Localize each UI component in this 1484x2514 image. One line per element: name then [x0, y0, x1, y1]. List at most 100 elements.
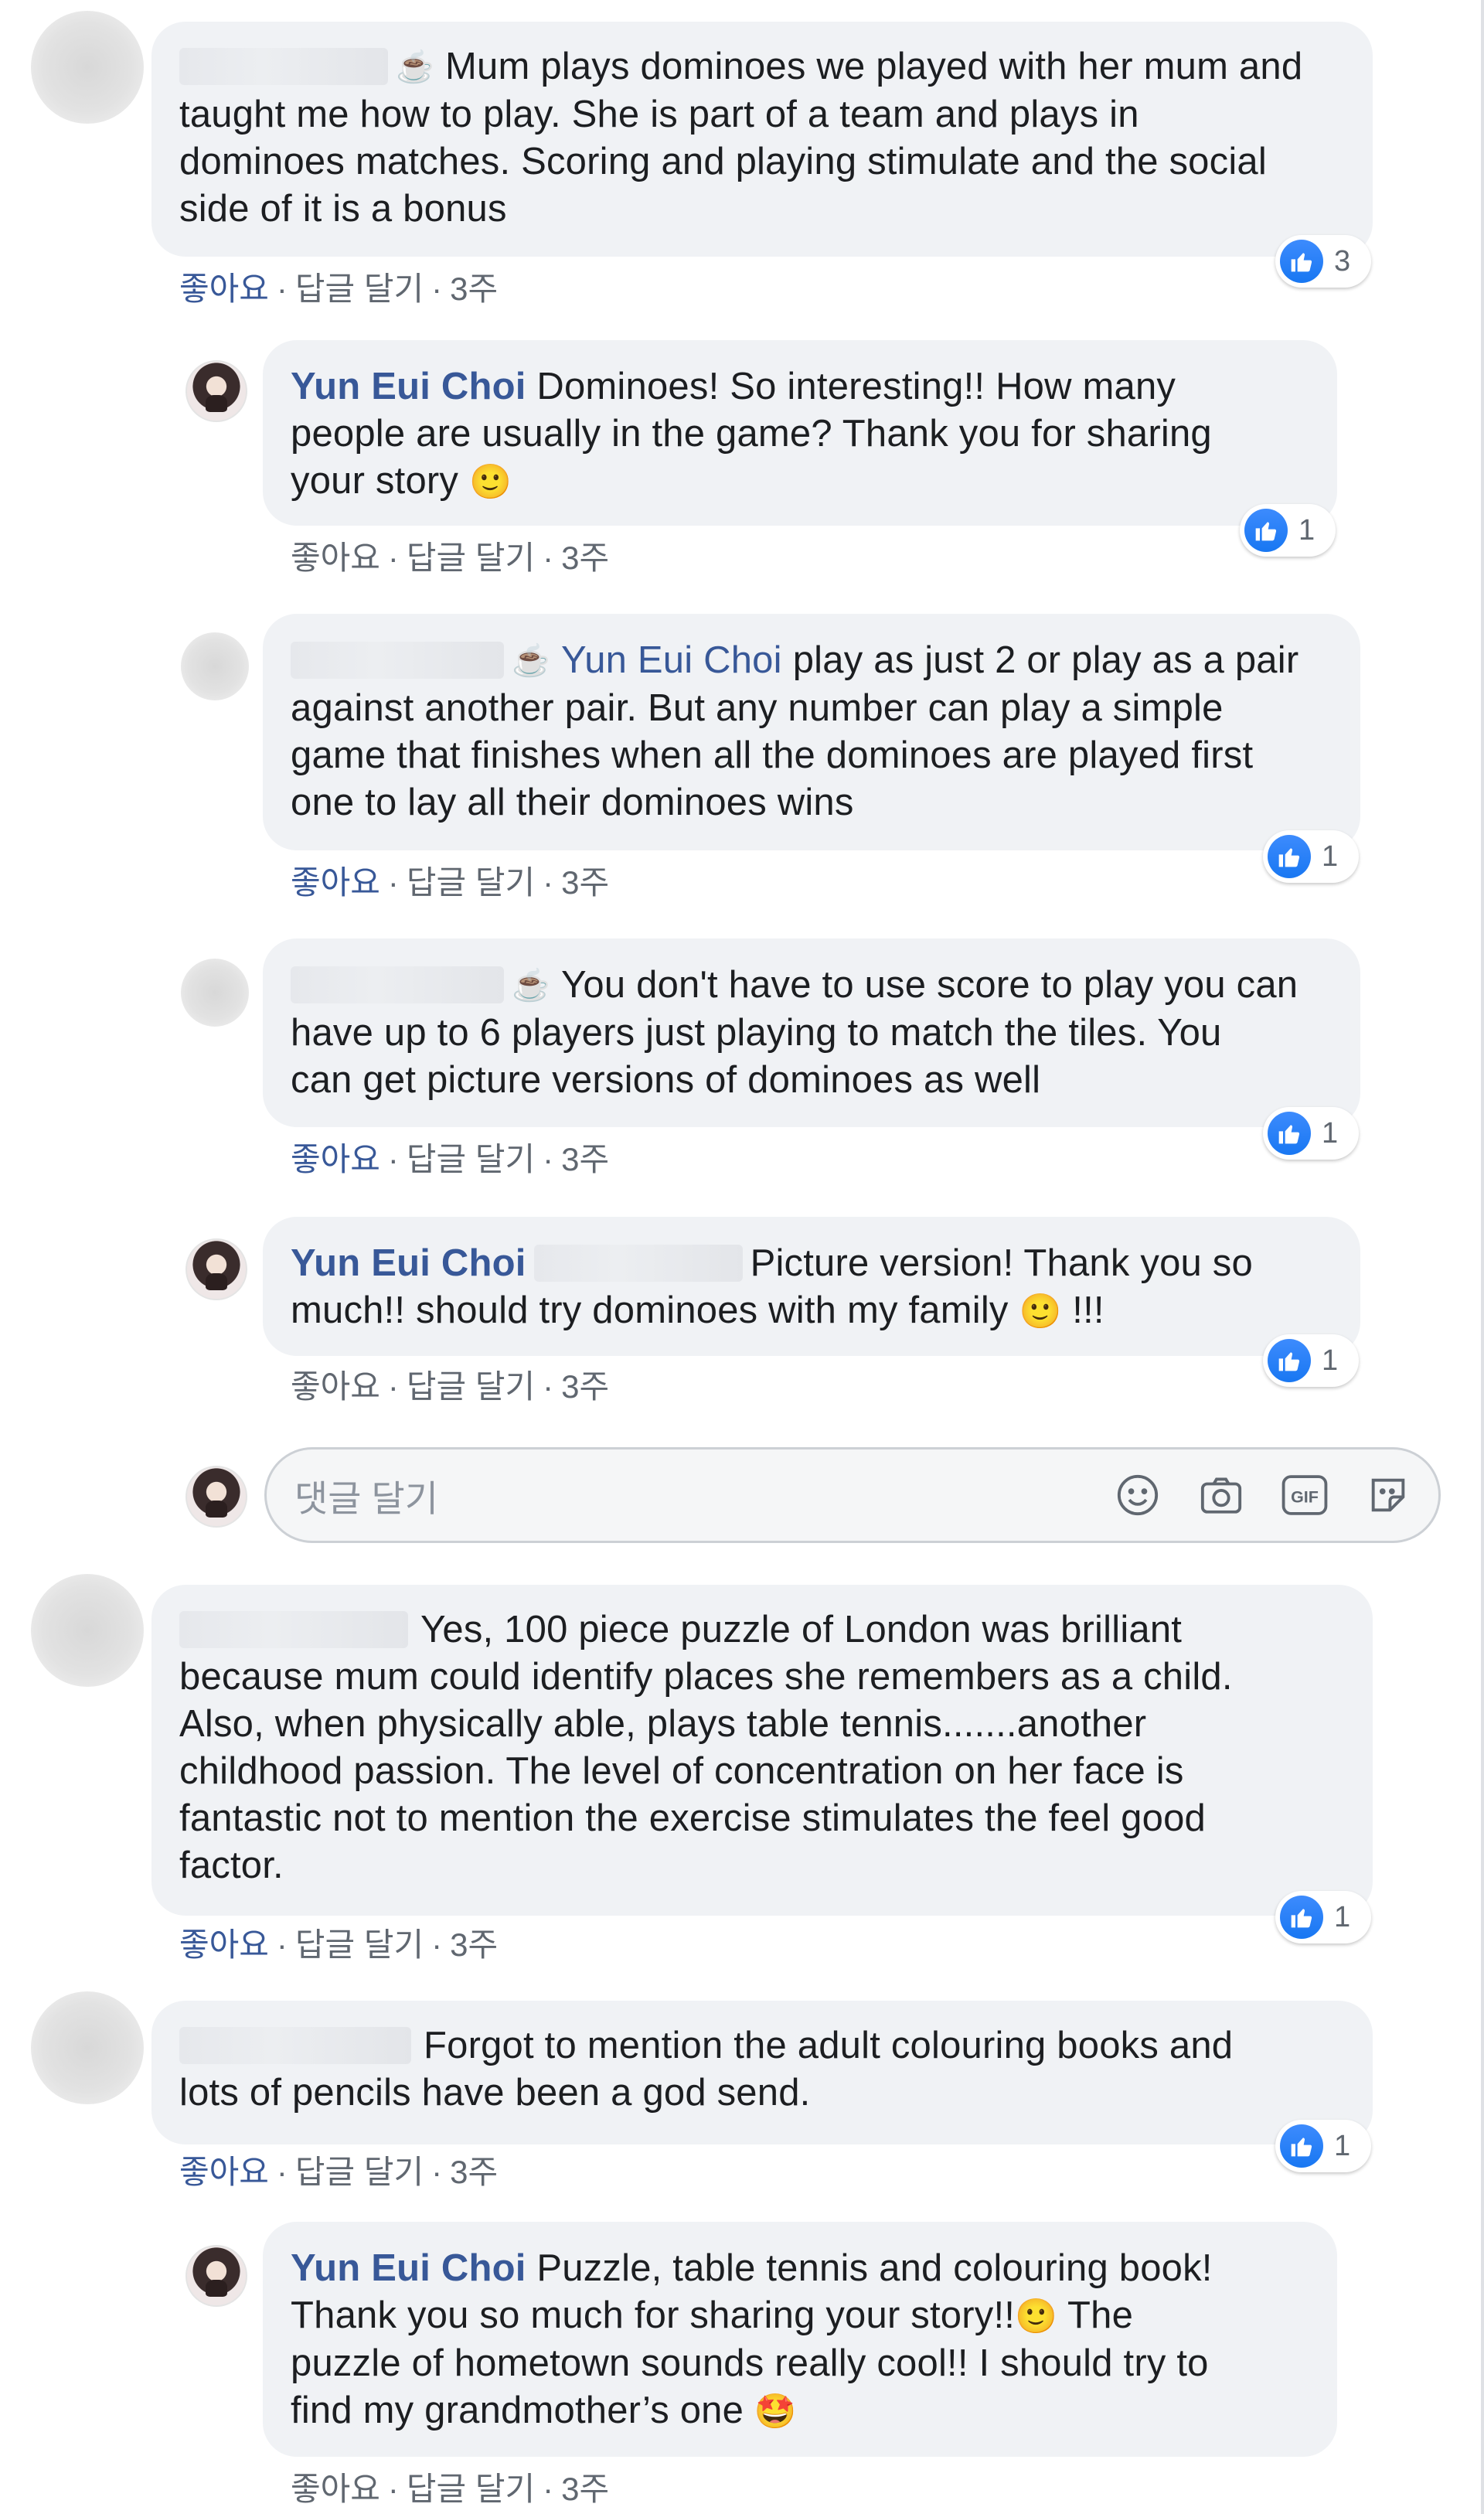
timestamp[interactable]: 3주: [450, 1926, 498, 1963]
sticker-icon[interactable]: [1364, 1471, 1412, 1519]
reaction-count[interactable]: 3: [1275, 235, 1371, 288]
reaction-count[interactable]: 1: [1263, 1107, 1359, 1160]
timestamp[interactable]: 3주: [561, 864, 609, 901]
camera-icon[interactable]: [1197, 1471, 1245, 1519]
comment-text-suffix: !!!: [1061, 1289, 1104, 1331]
comment-actions: 좋아요 · 답글 달기 · 3주: [291, 2463, 609, 2510]
reply-link[interactable]: 답글 달기: [295, 271, 424, 307]
comment-bubble: Forgot to mention the adult colouring bo…: [151, 2001, 1373, 2144]
reaction-count[interactable]: 1: [1240, 504, 1336, 557]
separator: ·: [543, 2471, 554, 2507]
coffee-cup-icon: ☕: [396, 50, 435, 84]
reaction-number: 1: [1298, 513, 1316, 547]
avatar[interactable]: [31, 11, 144, 124]
separator: ·: [387, 2471, 399, 2507]
avatar[interactable]: [186, 2245, 247, 2307]
separator: ·: [387, 1368, 399, 1405]
reply-bubble: ☕ You don't have to use score to play you…: [263, 938, 1360, 1127]
reaction-number: 1: [1334, 2129, 1351, 2162]
reply-link[interactable]: 답글 달기: [407, 540, 535, 576]
thumbs-up-icon: [1268, 1339, 1311, 1382]
comment-actions: 좋아요 · 답글 달기 · 3주: [291, 857, 609, 904]
smiley-emoji: 🙂: [468, 463, 512, 501]
reply-input[interactable]: 댓글 달기 GIF: [264, 1447, 1441, 1543]
like-link[interactable]: 좋아요: [291, 1368, 380, 1405]
smiley-emoji: 🙂: [1019, 1293, 1062, 1330]
like-link[interactable]: 좋아요: [291, 864, 380, 901]
separator: ·: [387, 540, 399, 576]
reaction-count[interactable]: 1: [1263, 830, 1359, 883]
timestamp[interactable]: 3주: [561, 2471, 609, 2507]
reply-bubble: Yun Eui Choi Dominoes! So interesting!! …: [263, 340, 1337, 526]
smiley-icon[interactable]: [1114, 1471, 1162, 1519]
avatar[interactable]: [31, 1574, 144, 1687]
avatar[interactable]: [186, 360, 247, 422]
reaction-number: 1: [1322, 1116, 1339, 1150]
like-link[interactable]: 좋아요: [291, 2471, 380, 2507]
timestamp[interactable]: 3주: [450, 2154, 498, 2190]
like-link[interactable]: 좋아요: [291, 540, 380, 576]
separator: ·: [276, 271, 288, 307]
timestamp[interactable]: 3주: [450, 271, 498, 307]
reply-link[interactable]: 답글 달기: [295, 2154, 424, 2190]
avatar[interactable]: [181, 959, 249, 1027]
comment-actions: 좋아요 · 답글 달기 · 3주: [179, 1919, 498, 1966]
avatar[interactable]: [186, 1238, 247, 1300]
reply-link[interactable]: 답글 달기: [295, 1926, 424, 1963]
like-link[interactable]: 좋아요: [179, 271, 269, 307]
coffee-cup-icon: ☕: [512, 644, 551, 678]
reaction-number: 3: [1334, 244, 1351, 278]
separator: ·: [387, 864, 399, 901]
separator: ·: [276, 2154, 288, 2190]
separator: ·: [276, 1926, 288, 1963]
reaction-count[interactable]: 1: [1263, 1334, 1359, 1387]
reaction-count[interactable]: 1: [1275, 1891, 1371, 1943]
comment-actions: 좋아요 · 답글 달기 · 3주: [179, 263, 498, 310]
reply-link[interactable]: 답글 달기: [407, 864, 535, 901]
avatar[interactable]: [181, 632, 249, 700]
reply-link[interactable]: 답글 달기: [407, 1368, 535, 1405]
separator: ·: [431, 2154, 443, 2190]
author-name[interactable]: Yun Eui Choi: [291, 2247, 526, 2289]
reply-link[interactable]: 답글 달기: [407, 1141, 535, 1177]
mention-link[interactable]: Yun Eui Choi: [561, 639, 782, 681]
author-name[interactable]: Yun Eui Choi: [291, 1242, 526, 1284]
thumbs-up-icon: [1268, 835, 1311, 878]
author-name-blurred[interactable]: [179, 48, 388, 85]
like-link[interactable]: 좋아요: [291, 1141, 380, 1177]
reply-bubble: ☕ Yun Eui Choi play as just 2 or play as a…: [263, 614, 1360, 850]
comment-text: Yes, 100 piece puzzle of London was bril…: [179, 1609, 1233, 1886]
separator: ·: [543, 1368, 554, 1405]
comment-bubble: Yes, 100 piece puzzle of London was bril…: [151, 1585, 1373, 1916]
author-name-blurred[interactable]: [291, 642, 504, 679]
thumbs-up-icon: [1280, 2124, 1323, 2168]
reply-bubble: Yun Eui Choi Puzzle, table tennis and co…: [263, 2222, 1337, 2457]
separator: ·: [431, 271, 443, 307]
author-name-blurred[interactable]: [291, 966, 504, 1003]
reaction-count[interactable]: 1: [1275, 2120, 1371, 2172]
reply-placeholder[interactable]: 댓글 달기: [294, 1469, 1114, 1522]
author-name-blurred[interactable]: [179, 2027, 411, 2064]
like-link[interactable]: 좋아요: [179, 1926, 269, 1963]
mention-name-blurred[interactable]: [533, 1245, 743, 1282]
separator: ·: [543, 540, 554, 576]
avatar[interactable]: [31, 1991, 144, 2104]
current-user-avatar[interactable]: [186, 1466, 247, 1528]
reply-bubble: Yun Eui Choi Picture version! Thank you s…: [263, 1217, 1360, 1356]
timestamp[interactable]: 3주: [561, 540, 609, 576]
author-name[interactable]: Yun Eui Choi: [291, 366, 526, 407]
gif-icon[interactable]: GIF: [1281, 1471, 1329, 1519]
separator: ·: [431, 1926, 443, 1963]
thumbs-up-icon: [1244, 509, 1288, 552]
separator: ·: [543, 864, 554, 901]
star-struck-emoji: 🤩: [754, 2393, 797, 2431]
timestamp[interactable]: 3주: [561, 1368, 609, 1405]
like-link[interactable]: 좋아요: [179, 2154, 269, 2190]
separator: ·: [387, 1141, 399, 1177]
author-name-blurred[interactable]: [179, 1611, 408, 1648]
reply-link[interactable]: 답글 달기: [407, 2471, 535, 2507]
timestamp[interactable]: 3주: [561, 1141, 609, 1177]
comment-bubble: ☕ Mum plays dominoes we played with her m…: [151, 22, 1373, 257]
comment-actions: 좋아요 · 답글 달기 · 3주: [291, 1133, 609, 1180]
gif-icon-text: GIF: [1291, 1488, 1319, 1507]
